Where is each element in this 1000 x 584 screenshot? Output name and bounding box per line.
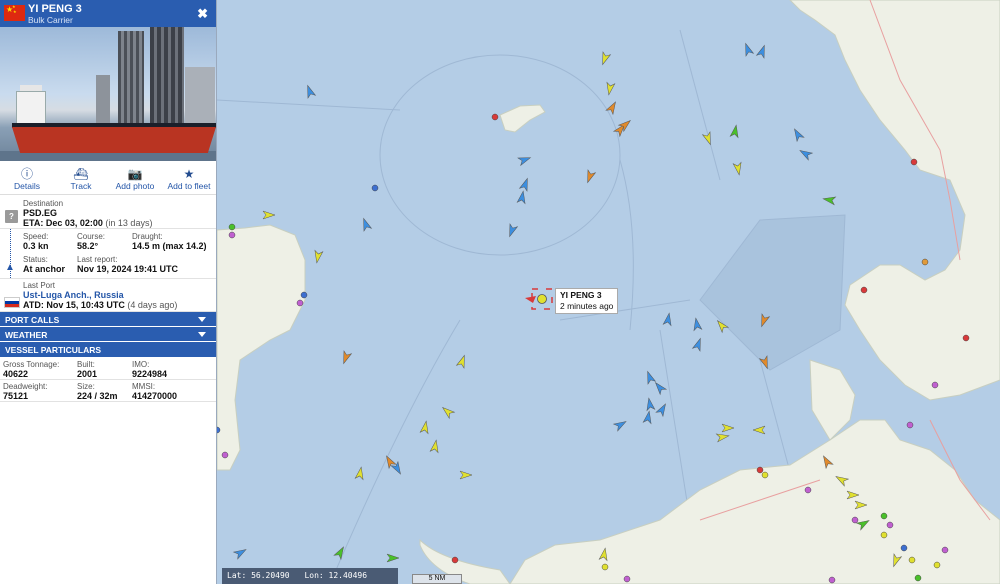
chevron-down-icon xyxy=(198,317,206,322)
vessel-photo[interactable] xyxy=(0,27,216,161)
china-flag-icon: ★ ★ ★ xyxy=(4,5,25,21)
course-label: Course: xyxy=(77,232,106,241)
gross-tonnage-value: 40622 xyxy=(3,369,29,379)
vessel-toolbar: ⓘ Details ⛴ Track 📷 Add photo ★ Add to f… xyxy=(0,161,216,195)
chevron-down-icon xyxy=(198,332,206,337)
vessel-type: Bulk Carrier xyxy=(28,15,73,25)
status-label: Status: xyxy=(23,255,48,264)
last-port-label: Last Port xyxy=(23,281,56,290)
add-to-fleet-label: Add to fleet xyxy=(167,181,211,191)
draught-value: 14.5 m (max 14.2) xyxy=(132,241,207,251)
destination-label: Destination xyxy=(23,199,64,208)
atd-label: ATD: xyxy=(23,300,44,310)
add-photo-label: Add photo xyxy=(115,181,155,191)
star-icon: ★ xyxy=(183,167,195,181)
navigation-row: ▲ Speed: 0.3 kn Course: 58.2° Draught: 1… xyxy=(0,229,216,279)
deadweight-label: Deadweight: xyxy=(3,382,48,391)
last-port-row: Last Port Ust-Luga Anch., Russia ATD: No… xyxy=(0,279,216,312)
vessel-map-label[interactable]: YI PENG 3 2 minutes ago xyxy=(555,288,619,314)
atd-value: Nov 15, 10:43 UTC xyxy=(46,300,125,310)
ship-icon: ⛴ xyxy=(73,167,89,181)
speed-label: Speed: xyxy=(23,232,49,241)
size-value: 224 / 32m xyxy=(77,391,118,401)
coordinates-readout: Lat: 56.20490 Lon: 12.40496 xyxy=(222,568,398,584)
port-calls-section[interactable]: PORT CALLS xyxy=(0,312,216,327)
eta-label: ETA: xyxy=(23,218,44,228)
map-label-name: YI PENG 3 xyxy=(560,290,602,300)
vessel-particulars-label: VESSEL PARTICULARS xyxy=(5,345,102,355)
destination-row: ? Destination PSD.EG ETA: Dec 03, 02:00 … xyxy=(0,195,216,229)
speed-value: 0.3 kn xyxy=(23,241,49,251)
particulars-row-2: Deadweight: 75121 Size: 224 / 32m MMSI: … xyxy=(0,380,216,402)
track-label: Track xyxy=(70,181,92,191)
close-icon[interactable]: ✖ xyxy=(197,6,208,22)
anchor-icon: ▲ xyxy=(5,262,15,273)
course-value: 58.2° xyxy=(77,241,99,251)
imo-label: IMO: xyxy=(132,360,150,369)
details-button[interactable]: ⓘ Details xyxy=(0,161,54,194)
last-port-link[interactable]: Ust-Luga Anch., Russia xyxy=(23,290,177,300)
add-to-fleet-button[interactable]: ★ Add to fleet xyxy=(162,161,216,194)
gross-tonnage-label: Gross Tonnage: xyxy=(3,360,60,369)
map-scale: 5 NM xyxy=(412,574,462,584)
add-photo-button[interactable]: 📷 Add photo xyxy=(108,161,162,194)
map-label-time: 2 minutes ago xyxy=(560,301,614,311)
latitude-value: Lat: 56.20490 xyxy=(227,571,290,580)
destination-value: PSD.EG xyxy=(23,208,58,218)
eta-value: Dec 03, 02:00 xyxy=(45,218,103,228)
last-report-label: Last report: xyxy=(77,255,118,264)
port-calls-label: PORT CALLS xyxy=(5,315,60,325)
details-label: Details xyxy=(14,181,40,191)
russia-flag-icon xyxy=(4,297,20,308)
track-button[interactable]: ⛴ Track xyxy=(54,161,108,194)
unknown-port-icon: ? xyxy=(5,210,18,223)
longitude-value: Lon: 12.40496 xyxy=(304,571,368,580)
imo-value: 9224984 xyxy=(132,369,168,379)
eta-relative: (in 13 days) xyxy=(105,218,153,228)
vessel-name: YI PENG 3 xyxy=(28,3,82,15)
mmsi-value: 414270000 xyxy=(132,391,178,401)
vessel-particulars-section[interactable]: VESSEL PARTICULARS xyxy=(0,342,216,358)
deadweight-value: 75121 xyxy=(3,391,29,401)
built-value: 2001 xyxy=(77,369,98,379)
size-label: Size: xyxy=(77,382,95,391)
draught-label: Draught: xyxy=(132,232,163,241)
mmsi-label: MMSI: xyxy=(132,382,156,391)
built-label: Built: xyxy=(77,360,95,369)
status-value: At anchor xyxy=(23,264,66,274)
map-canvas[interactable]: YI PENG 3 2 minutes ago xyxy=(217,0,1000,584)
weather-section[interactable]: WEATHER xyxy=(0,327,216,342)
atd-relative: (4 days ago) xyxy=(127,300,178,310)
camera-icon: 📷 xyxy=(127,167,143,181)
vessel-header: ★ ★ ★ YI PENG 3 Bulk Carrier ✖ xyxy=(0,0,216,27)
vessel-panel: ★ ★ ★ YI PENG 3 Bulk Carrier ✖ ⓘ Details ⛴… xyxy=(0,0,217,584)
info-icon: ⓘ xyxy=(20,167,33,181)
last-report-value: Nov 19, 2024 19:41 UTC xyxy=(77,264,179,274)
particulars-row-1: Gross Tonnage: 40622 Built: 2001 IMO: 92… xyxy=(0,358,216,380)
weather-label: WEATHER xyxy=(5,330,48,340)
